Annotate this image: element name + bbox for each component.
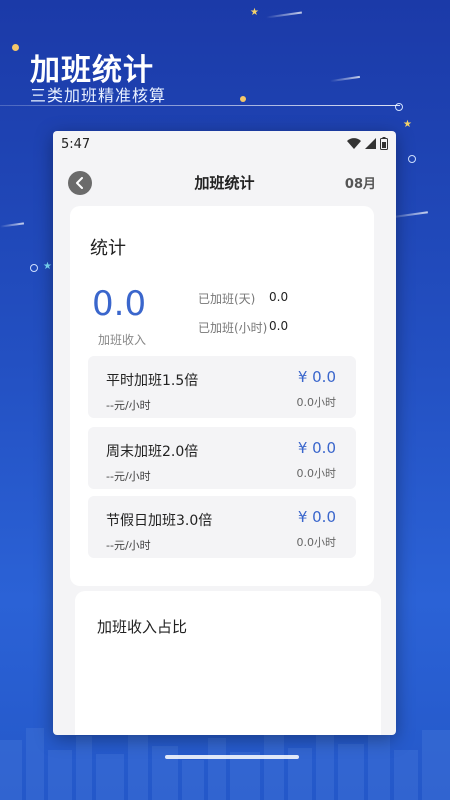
signal-icon bbox=[365, 138, 376, 149]
stats-card: 统计 0.0 加班收入 已加班(天) 0.0 已加班(小时) 0.0 平时加班1… bbox=[70, 206, 374, 586]
planet-dot bbox=[12, 44, 19, 51]
income-label: 加班收入 bbox=[98, 333, 147, 347]
rate-name: 平时加班1.5倍 bbox=[106, 373, 199, 389]
rate-item-weekday[interactable]: 平时加班1.5倍 ¥ 0.0 --元/小时 0.0小时 bbox=[88, 356, 356, 418]
ring-dot bbox=[30, 264, 38, 272]
shooting-star bbox=[330, 75, 360, 83]
rate-amount: ¥ 0.0 bbox=[297, 439, 336, 457]
shooting-star bbox=[0, 222, 25, 228]
days-value: 0.0 bbox=[269, 290, 289, 304]
status-bar: 5:47 bbox=[53, 131, 396, 159]
hours-label: 已加班(小时) bbox=[198, 321, 268, 335]
rate-hours: 0.0小时 bbox=[296, 467, 337, 480]
rate-name: 节假日加班3.0倍 bbox=[106, 513, 213, 529]
rate-item-weekend[interactable]: 周末加班2.0倍 ¥ 0.0 --元/小时 0.0小时 bbox=[88, 427, 356, 489]
home-indicator[interactable] bbox=[165, 755, 299, 759]
income-ratio-card: 加班收入占比 bbox=[75, 591, 381, 735]
app-bar: 加班统计 08月 bbox=[53, 167, 396, 197]
rate-item-holiday[interactable]: 节假日加班3.0倍 ¥ 0.0 --元/小时 0.0小时 bbox=[88, 496, 356, 558]
battery-icon bbox=[380, 137, 388, 150]
stats-card-title: 统计 bbox=[90, 238, 126, 259]
shooting-star bbox=[266, 11, 302, 19]
rate-hours: 0.0小时 bbox=[296, 396, 337, 409]
status-time: 5:47 bbox=[61, 137, 91, 152]
income-value: 0.0 bbox=[92, 284, 147, 324]
income-ratio-title: 加班收入占比 bbox=[97, 618, 188, 636]
hours-value: 0.0 bbox=[269, 319, 289, 333]
promo-subtitle: 三类加班精准核算 bbox=[30, 86, 167, 105]
status-icons bbox=[347, 137, 388, 150]
days-label: 已加班(天) bbox=[198, 292, 256, 306]
promo-divider bbox=[0, 105, 400, 106]
days-stat: 已加班(天) 0.0 bbox=[198, 290, 288, 307]
hours-stat: 已加班(小时) 0.0 bbox=[198, 319, 288, 336]
rate-unit: --元/小时 bbox=[106, 539, 151, 552]
ring-dot bbox=[408, 155, 416, 163]
rate-hours: 0.0小时 bbox=[296, 536, 337, 549]
star-icon: ★ bbox=[43, 261, 52, 272]
star-icon: ★ bbox=[403, 119, 412, 130]
month-selector[interactable]: 08月 bbox=[345, 173, 376, 192]
rate-amount: ¥ 0.0 bbox=[297, 368, 336, 386]
rate-amount: ¥ 0.0 bbox=[297, 508, 336, 526]
planet-dot bbox=[240, 96, 246, 102]
rate-unit: --元/小时 bbox=[106, 470, 151, 483]
phone-screen: 5:47 加班统计 08月 统计 0.0 加班收入 已加班(天) 0.0 已加班… bbox=[53, 131, 396, 735]
rate-name: 周末加班2.0倍 bbox=[106, 444, 199, 460]
star-icon: ★ bbox=[250, 7, 259, 18]
wifi-icon bbox=[347, 138, 361, 149]
rate-unit: --元/小时 bbox=[106, 399, 151, 412]
